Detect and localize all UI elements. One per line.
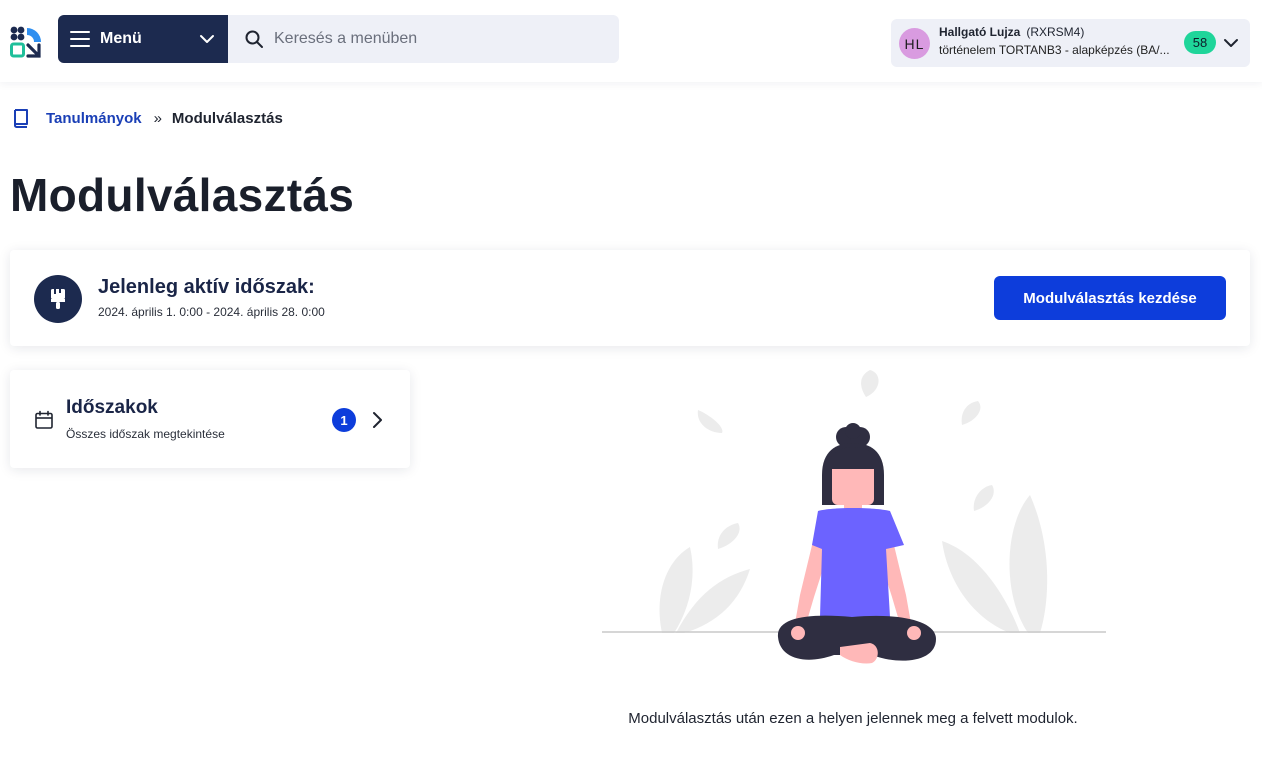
active-period-dates: 2024. április 1. 0:00 - 2024. április 28…: [98, 305, 325, 319]
periods-count-badge: 1: [332, 408, 356, 432]
avatar: HL: [899, 28, 930, 59]
user-profile-menu[interactable]: HL Hallgató Lujza (RXRSM4) történelem TOR…: [891, 19, 1250, 67]
breadcrumb-link-studies[interactable]: Tanulmányok: [46, 110, 142, 127]
periods-card[interactable]: Időszakok Összes időszak megtekintése 1: [10, 370, 410, 468]
book-icon: [14, 109, 28, 128]
chevron-right-icon: [373, 412, 382, 428]
periods-subtitle: Összes időszak megtekintése: [66, 427, 225, 441]
menu-label: Menü: [100, 30, 142, 47]
menu-search: [228, 15, 619, 63]
active-period-icon-circle: [34, 275, 82, 323]
hamburger-icon: [70, 31, 90, 47]
breadcrumb-current: Modulválasztás: [171, 109, 283, 127]
search-input[interactable]: [274, 30, 594, 48]
breadcrumb: Tanulmányok » Modulválasztás: [11, 106, 283, 130]
active-period-card: Jelenleg aktív időszak: 2024. április 1.…: [10, 250, 1250, 346]
calendar-icon: [35, 410, 53, 429]
user-name: Hallgató Lujza: [939, 25, 1021, 39]
start-module-selection-button[interactable]: Modulválasztás kezdése: [994, 276, 1226, 320]
meditating-person: [777, 423, 936, 664]
user-code: (RXRSM4): [1026, 25, 1085, 39]
periods-title: Időszakok: [66, 397, 158, 418]
active-period-title: Jelenleg aktív időszak:: [98, 276, 315, 298]
page-title: Modulválasztás: [10, 169, 355, 221]
paintbrush-icon: [51, 289, 65, 309]
menu-button[interactable]: Menü: [58, 15, 228, 63]
top-bar: Menü HL Hallgató Lujza (RXRSM4) történele…: [0, 0, 1262, 82]
meditation-illustration: [602, 370, 1106, 664]
notification-badge[interactable]: 58: [1184, 31, 1216, 54]
empty-state-message: Modulválasztás után ezen a helyen jelenn…: [628, 710, 1078, 727]
user-name-line: Hallgató Lujza (RXRSM4): [939, 25, 1084, 39]
chevron-down-icon: [200, 35, 214, 43]
breadcrumb-separator: »: [153, 109, 162, 127]
search-icon: [245, 30, 263, 48]
user-program: történelem TORTANB3 - alapképzés (BA/...: [939, 43, 1170, 57]
app-logo-icon[interactable]: [10, 26, 42, 58]
chevron-down-icon[interactable]: [1222, 34, 1240, 52]
